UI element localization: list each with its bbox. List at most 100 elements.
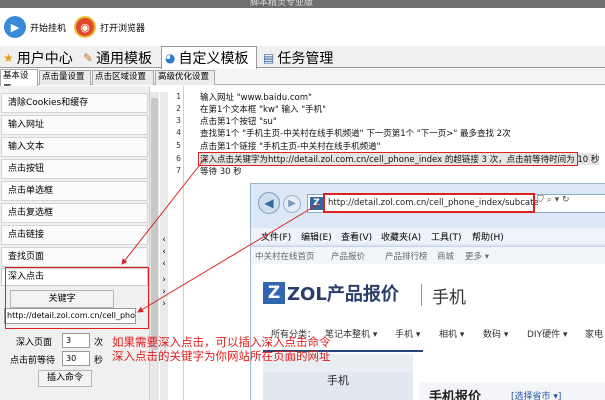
- fav-link[interactable]: 产品排行榜: [385, 250, 428, 262]
- collapse-left-icon[interactable]: ‹: [160, 248, 168, 257]
- refresh-icon[interactable]: ↻: [562, 195, 570, 205]
- chevron-down-icon[interactable]: ▾: [555, 195, 560, 205]
- document-icon: ▤: [263, 50, 275, 65]
- address-highlight: [323, 193, 535, 213]
- category-item[interactable]: 家电: [585, 327, 603, 340]
- zol-logo-text: ZOL产品报价: [287, 284, 399, 305]
- line-number: 1: [176, 92, 181, 101]
- fav-link[interactable]: 产品报价: [331, 250, 365, 262]
- collapse-right-icon[interactable]: ›: [160, 300, 168, 309]
- tab-task-management[interactable]: ▤ 任务管理: [260, 47, 340, 68]
- deep-click-highlight: [5, 267, 149, 329]
- menu-tools[interactable]: 工具(T): [431, 230, 462, 243]
- depth-input[interactable]: 3: [62, 333, 90, 348]
- tab-general-template[interactable]: ✎ 通用模板: [80, 47, 158, 68]
- collapse-right-icon[interactable]: ›: [160, 276, 168, 285]
- star-icon: ★: [3, 50, 14, 65]
- start-button[interactable]: ▶ 开始挂机: [4, 14, 66, 40]
- cmd-input-url[interactable]: 输入网址: [1, 115, 148, 135]
- chrome-icon: ◕: [165, 51, 176, 65]
- cmd-find-page[interactable]: 查找页面: [1, 247, 148, 267]
- cmd-clear-cookies[interactable]: 清除Cookies和缓存: [1, 93, 148, 113]
- annotation-text: 深入点击的关键字为你网站所在页面的网址: [112, 349, 331, 363]
- insert-command-button[interactable]: 插入命令: [38, 370, 92, 387]
- wait-input[interactable]: 30: [62, 351, 90, 366]
- zol-logo[interactable]: Z ZOL产品报价: [263, 280, 399, 306]
- collapse-right-icon[interactable]: ›: [160, 288, 168, 297]
- search-icon[interactable]: ⌕: [547, 195, 552, 205]
- category-item[interactable]: 数码 ▾: [483, 327, 508, 340]
- play-icon: ▶: [4, 16, 26, 38]
- start-button-label: 开始挂机: [30, 23, 67, 34]
- code-line[interactable]: 点击第1个链接 "手机主页-中关村在线手机频道": [200, 140, 381, 152]
- deep-click-line-highlight: [198, 152, 578, 166]
- title-bar: 脚本精灵专业版: [0, 0, 605, 8]
- category-item[interactable]: DIY硬件 ▾: [527, 327, 567, 340]
- toolbar: ▶ 开始挂机 ◉ 打开浏览器: [0, 8, 605, 44]
- tab-user-center[interactable]: ★ 用户中心: [0, 47, 76, 68]
- tab-label: 自定义模板: [178, 51, 249, 67]
- fav-more[interactable]: 更多 ▾: [465, 250, 489, 262]
- subtab-basic-settings[interactable]: 基本设置: [0, 69, 38, 94]
- fav-link[interactable]: 商城: [437, 250, 454, 262]
- menu-view[interactable]: 查看(V): [341, 230, 372, 243]
- line-number: 2: [176, 104, 181, 113]
- back-arrow-icon[interactable]: ◀: [258, 192, 280, 214]
- open-browser-label: 打开浏览器: [100, 23, 146, 34]
- depth-unit: 次: [94, 338, 104, 348]
- zol-favicon-icon: Z: [310, 197, 323, 210]
- tab-label: 用户中心: [16, 50, 73, 67]
- globe-icon: ◉: [74, 16, 96, 38]
- favorites-bar: 中关村在线首页 产品报价 产品排行榜 商城 更多 ▾: [251, 246, 605, 264]
- menu-help[interactable]: 帮助(H): [472, 230, 504, 243]
- wait-label: 点击前等待: [10, 356, 56, 366]
- tab-label: 任务管理: [277, 50, 334, 67]
- menu-favorites[interactable]: 收藏夹(A): [381, 230, 421, 243]
- depth-label: 深入页面: [16, 338, 53, 348]
- category-item[interactable]: 相机 ▾: [439, 327, 464, 340]
- code-line[interactable]: 查找第1个 "手机主页-中关村在线手机频道" 下一页第1个 "下一页>" 最多查…: [200, 127, 511, 139]
- divider: [421, 284, 422, 306]
- compat-icon[interactable]: ⛉: [537, 195, 544, 205]
- collapse-left-icon[interactable]: ‹: [160, 236, 168, 245]
- price-panel-title: 手机报价: [429, 390, 482, 400]
- subtab-click-volume[interactable]: 点击量设置: [39, 70, 91, 85]
- menu-edit[interactable]: 编辑(E): [301, 230, 332, 243]
- sub-tabs: 基本设置 点击量设置 点击区域设置 高级优化设置: [0, 69, 605, 94]
- open-browser-button[interactable]: ◉ 打开浏览器: [74, 14, 145, 40]
- collapse-left-icon[interactable]: ‹: [160, 260, 168, 269]
- main-tabs: ★ 用户中心 ✎ 通用模板 ◕ 自定义模板 ▤ 任务管理: [0, 46, 605, 69]
- cmd-click-button[interactable]: 点击按钮: [1, 159, 148, 179]
- scrollbar-thumb[interactable]: [151, 98, 158, 350]
- select-city-link[interactable]: [选择省市 ▾]: [511, 389, 561, 400]
- subtab-advanced[interactable]: 高级优化设置: [155, 70, 215, 85]
- tab-label: 通用模板: [96, 50, 153, 67]
- forward-arrow-icon[interactable]: ▶: [283, 195, 301, 213]
- code-line[interactable]: 等待 30 秒: [200, 165, 242, 177]
- line-number: 3: [176, 116, 181, 125]
- fav-link[interactable]: 中关村在线首页: [255, 250, 315, 262]
- line-number: 7: [176, 166, 181, 175]
- line-number: 5: [176, 141, 181, 150]
- cmd-click-checkbox[interactable]: 点击复选框: [1, 203, 148, 223]
- cmd-input-text[interactable]: 输入文本: [1, 137, 148, 157]
- line-number: 6: [176, 154, 181, 163]
- category-item[interactable]: 手机 ▾: [395, 327, 420, 340]
- code-line[interactable]: 在第1个文本框 "kw" 输入 "手机": [200, 103, 326, 115]
- category-item[interactable]: 笔记本整机 ▾: [325, 327, 377, 340]
- tab-custom-template[interactable]: ◕ 自定义模板: [161, 46, 257, 69]
- code-line[interactable]: 点击第1个按钮 "su": [200, 115, 277, 127]
- side-panel-title: 手机: [263, 372, 413, 400]
- menu-file[interactable]: 文件(F): [261, 230, 291, 243]
- cmd-click-radio[interactable]: 点击单选框: [1, 181, 148, 201]
- wait-unit: 秒: [94, 356, 104, 366]
- zol-logo-icon: Z: [263, 282, 285, 304]
- line-number: 4: [176, 128, 181, 137]
- cmd-click-link[interactable]: 点击链接: [1, 225, 148, 245]
- code-line[interactable]: 输入网址 "www.baidu.com": [200, 91, 312, 103]
- subtab-click-area[interactable]: 点击区域设置: [92, 70, 154, 85]
- browser-menubar: 文件(F) 编辑(E) 查看(V) 收藏夹(A) 工具(T) 帮助(H): [251, 228, 605, 244]
- brush-icon: ✎: [83, 50, 94, 65]
- window-title: 脚本精灵专业版: [250, 0, 314, 8]
- address-actions[interactable]: ⛉ ⌕ ▾ ↻: [537, 195, 570, 205]
